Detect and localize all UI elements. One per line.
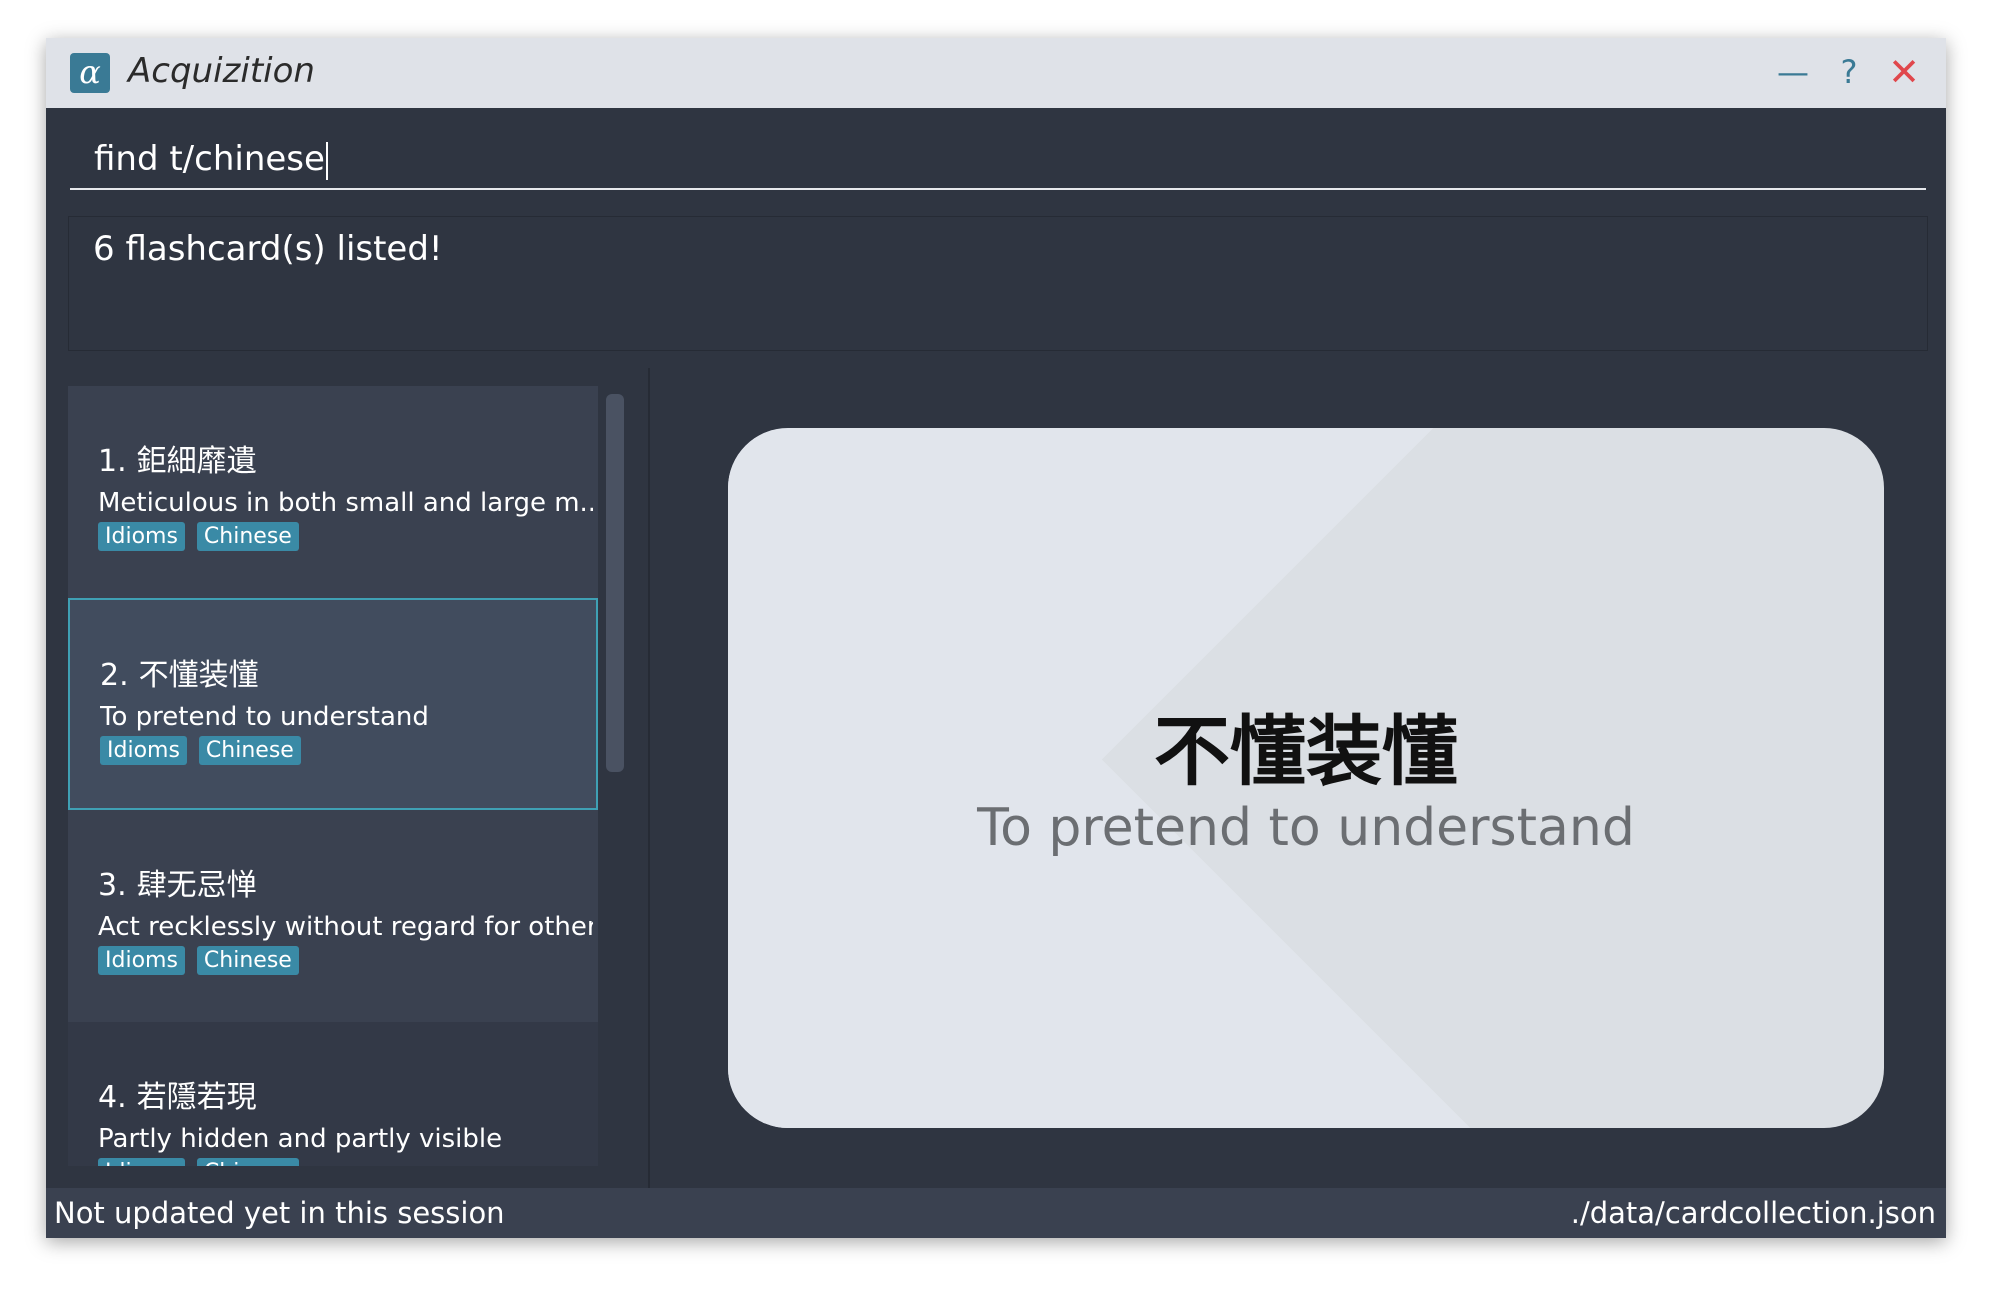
list-scrollbar[interactable]	[606, 394, 624, 772]
list-item[interactable]: 3. 肆无忌惮 Act recklessly without regard for…	[68, 810, 598, 1022]
tag-badge: Idioms	[98, 946, 185, 975]
card-description: Meticulous in both small and large m...	[98, 488, 593, 518]
text-caret	[325, 141, 328, 180]
flashcard-question: 不懂装懂	[1154, 707, 1458, 796]
flashcard-view[interactable]: 不懂装懂 To pretend to understand	[728, 428, 1884, 1128]
tag-badge: Chinese	[196, 1158, 299, 1166]
app-window: α Acquizition — ? ✕ find t/chinese 6 fla…	[46, 38, 1946, 1238]
status-bar: Not updated yet in this session ./data/c…	[46, 1188, 1946, 1238]
tag-badge: Idioms	[98, 522, 185, 551]
card-title: 4. 若隱若現	[98, 1072, 598, 1116]
tag-badge: Idioms	[100, 736, 187, 765]
window-title: Acquizition	[128, 51, 315, 91]
command-input[interactable]: find t/chinese	[70, 128, 1926, 190]
tag-list: Idioms Chinese	[98, 522, 598, 551]
tag-list: Idioms Chinese	[98, 1158, 598, 1166]
card-question: 若隱若現	[136, 1080, 257, 1115]
alpha-logo-icon: α	[70, 53, 110, 93]
list-item[interactable]: 1. 鉅細靡遺 Meticulous in both small and larg…	[68, 386, 598, 598]
flashcard-list[interactable]: 1. 鉅細靡遺 Meticulous in both small and larg…	[68, 386, 598, 1166]
tag-list: Idioms Chinese	[100, 736, 596, 765]
list-item-selected[interactable]: 2. 不懂装懂 To pretend to understand Idioms Ch…	[68, 598, 598, 810]
title-bar[interactable]: α Acquizition — ? ✕	[46, 38, 1946, 108]
tag-list: Idioms Chinese	[98, 946, 598, 975]
tag-badge: Chinese	[196, 522, 299, 551]
help-icon[interactable]: ?	[1827, 50, 1871, 94]
panel-divider[interactable]	[648, 368, 650, 1188]
sync-status: Not updated yet in this session	[54, 1196, 505, 1230]
card-index: 3.	[98, 868, 127, 903]
card-index: 4.	[98, 1080, 127, 1115]
flashcard-answer: To pretend to understand	[977, 798, 1635, 858]
card-description: To pretend to understand	[100, 702, 429, 732]
save-location: ./data/cardcollection.json	[1570, 1196, 1936, 1230]
list-item[interactable]: 4. 若隱若現 Partly hidden and partly visible …	[68, 1022, 598, 1166]
card-description: Partly hidden and partly visible	[98, 1124, 503, 1154]
minimize-icon[interactable]: —	[1771, 50, 1815, 94]
card-title: 2. 不懂装懂	[100, 650, 596, 694]
tag-badge: Idioms	[98, 1158, 185, 1166]
card-question: 肆无忌惮	[136, 868, 257, 903]
result-display: 6 flashcard(s) listed!	[68, 216, 1928, 351]
card-question: 鉅細靡遺	[136, 444, 257, 479]
card-index: 1.	[98, 444, 127, 479]
card-title: 3. 肆无忌惮	[98, 860, 598, 904]
card-question: 不懂装懂	[138, 658, 259, 693]
card-title: 1. 鉅細靡遺	[98, 436, 598, 480]
tag-badge: Chinese	[198, 736, 301, 765]
tag-badge: Chinese	[196, 946, 299, 975]
result-message: 6 flashcard(s) listed!	[93, 229, 443, 269]
close-icon[interactable]: ✕	[1882, 50, 1926, 94]
command-text: find t/chinese	[94, 139, 325, 179]
card-index: 2.	[100, 658, 129, 693]
card-description: Act recklessly without regard for others	[98, 912, 593, 942]
